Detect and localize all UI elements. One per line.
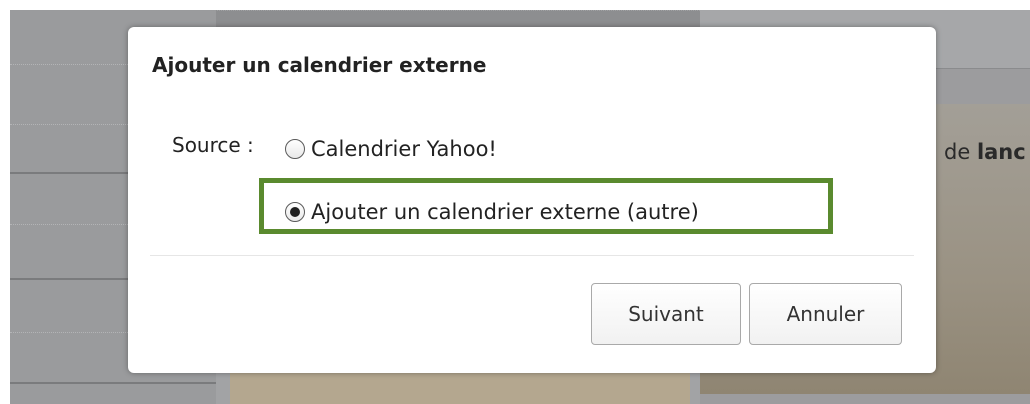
- radio-unchecked-icon[interactable]: [285, 139, 305, 159]
- radio-checked-icon[interactable]: [285, 202, 305, 222]
- background-text-prefix: de: [944, 140, 977, 164]
- next-button[interactable]: Suivant: [591, 283, 741, 345]
- background-text: de lanc: [944, 140, 1026, 164]
- background-bottom-panel: [230, 370, 690, 404]
- radio-option-yahoo[interactable]: Calendrier Yahoo!: [285, 137, 497, 161]
- dialog-divider: [150, 255, 914, 256]
- dialog-title: Ajouter un calendrier externe: [152, 53, 487, 77]
- radio-option-label: Ajouter un calendrier externe (autre): [311, 200, 699, 224]
- add-external-calendar-dialog: Ajouter un calendrier externe Source : C…: [128, 27, 936, 373]
- background-bottom-strip: [216, 370, 700, 404]
- screen: de lanc Ajouter un calendrier externe So…: [0, 0, 1030, 404]
- cancel-button[interactable]: Annuler: [749, 283, 902, 345]
- source-label: Source :: [172, 133, 254, 157]
- background-row-divider: [10, 382, 216, 384]
- radio-option-other[interactable]: Ajouter un calendrier externe (autre): [285, 200, 699, 224]
- radio-option-label: Calendrier Yahoo!: [311, 137, 497, 161]
- background-text-bold: lanc: [976, 140, 1026, 164]
